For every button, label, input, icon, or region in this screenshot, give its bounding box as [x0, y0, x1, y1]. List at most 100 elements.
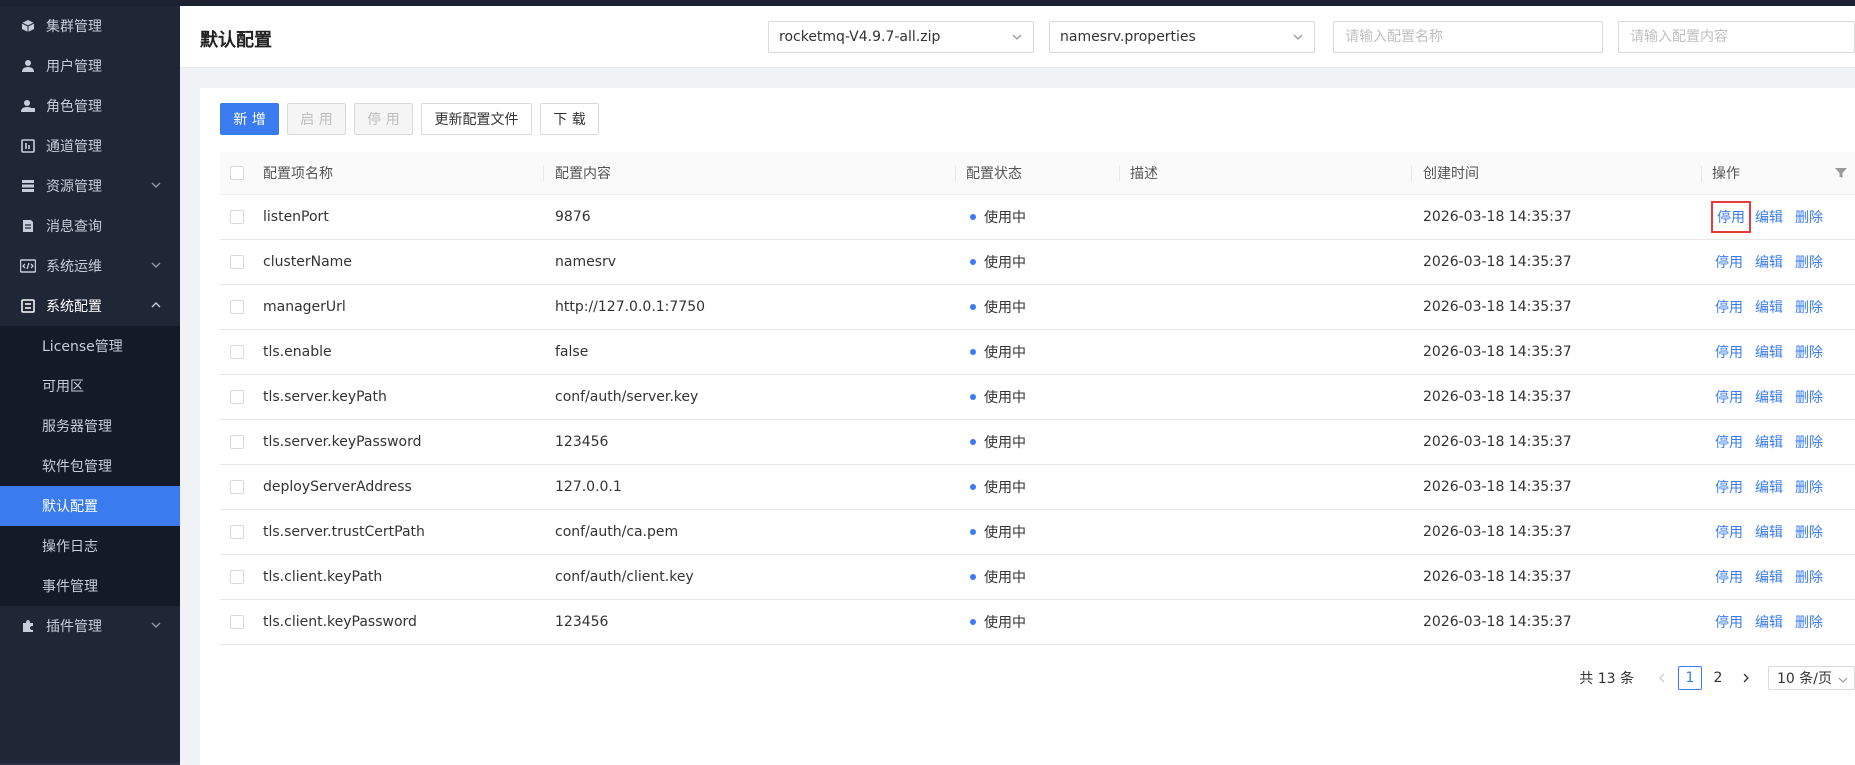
- sidebar-item-zones[interactable]: 可用区: [0, 366, 180, 406]
- sidebar-item-messages[interactable]: 消息查询: [0, 206, 180, 246]
- status-dot-icon: [970, 394, 976, 400]
- row-edit-link[interactable]: 编辑: [1755, 612, 1783, 632]
- row-delete-link[interactable]: 删除: [1795, 342, 1823, 362]
- row-delete-link[interactable]: 删除: [1795, 612, 1823, 632]
- row-edit-link[interactable]: 编辑: [1755, 432, 1783, 452]
- config-table: 配置项名称 配置内容 配置状态 描述 创建时间 操作 listenPort 987…: [220, 152, 1855, 645]
- row-disable-link[interactable]: 停用: [1715, 252, 1743, 272]
- sidebar-item-cluster[interactable]: 集群管理: [0, 6, 180, 46]
- row-checkbox[interactable]: [230, 570, 244, 584]
- cell-created: 2026-03-18 14:35:37: [1423, 344, 1572, 360]
- cell-created: 2026-03-18 14:35:37: [1423, 524, 1572, 540]
- row-disable-link[interactable]: 停用: [1715, 342, 1743, 362]
- cell-content: 9876: [555, 209, 591, 225]
- update-config-file-button[interactable]: 更新配置文件: [421, 103, 532, 135]
- row-checkbox[interactable]: [230, 480, 244, 494]
- cell-name: tls.server.trustCertPath: [263, 524, 425, 540]
- cell-content: 127.0.0.1: [555, 479, 622, 495]
- row-edit-link[interactable]: 编辑: [1755, 522, 1783, 542]
- sidebar-item-packages[interactable]: 软件包管理: [0, 446, 180, 486]
- resource-icon: [20, 178, 36, 194]
- status-dot-icon: [970, 349, 976, 355]
- sidebar-item-roles[interactable]: 角色管理: [0, 86, 180, 126]
- sidebar-item-license[interactable]: License管理: [0, 326, 180, 366]
- config-content-search-input[interactable]: [1618, 21, 1855, 53]
- file-select[interactable]: namesrv.properties: [1049, 21, 1315, 53]
- code-icon: [20, 258, 36, 274]
- page-size-select[interactable]: 10 条/页: [1768, 666, 1855, 690]
- row-checkbox[interactable]: [230, 345, 244, 359]
- sidebar-item-label: 用户管理: [46, 59, 102, 75]
- row-disable-link[interactable]: 停用: [1715, 522, 1743, 542]
- col-header-status[interactable]: 配置状态: [966, 152, 1022, 194]
- page-2-button[interactable]: 2: [1706, 666, 1730, 690]
- col-header-name[interactable]: 配置项名称: [263, 152, 333, 194]
- row-disable-link[interactable]: 停用: [1715, 612, 1743, 632]
- cell-status: 使用中: [970, 195, 1026, 239]
- row-edit-link[interactable]: 编辑: [1755, 252, 1783, 272]
- row-checkbox[interactable]: [230, 615, 244, 629]
- row-disable-link[interactable]: 停用: [1715, 387, 1743, 407]
- cell-name: tls.server.keyPath: [263, 389, 387, 405]
- sidebar-item-plugins[interactable]: 插件管理: [0, 606, 180, 646]
- cell-name: deployServerAddress: [263, 479, 412, 495]
- row-edit-link[interactable]: 编辑: [1755, 342, 1783, 362]
- col-header-content[interactable]: 配置内容: [555, 152, 611, 194]
- sidebar-item-channels[interactable]: 通道管理: [0, 126, 180, 166]
- row-delete-link[interactable]: 删除: [1795, 207, 1823, 227]
- page-1-button[interactable]: 1: [1678, 666, 1703, 690]
- row-edit-link[interactable]: 编辑: [1755, 207, 1783, 227]
- filter-icon[interactable]: [1834, 152, 1848, 194]
- sidebar-item-servers[interactable]: 服务器管理: [0, 406, 180, 446]
- row-delete-link[interactable]: 删除: [1795, 432, 1823, 452]
- cell-name: tls.client.keyPassword: [263, 614, 417, 630]
- row-delete-link[interactable]: 删除: [1795, 252, 1823, 272]
- download-button[interactable]: 下 载: [540, 103, 599, 135]
- prev-page-button[interactable]: [1650, 666, 1674, 690]
- row-checkbox[interactable]: [230, 435, 244, 449]
- row-disable-link[interactable]: 停用: [1715, 297, 1743, 317]
- sidebar-item-ops[interactable]: 系统运维: [0, 246, 180, 286]
- row-delete-link[interactable]: 删除: [1795, 387, 1823, 407]
- sidebar-item-label: 插件管理: [46, 619, 102, 635]
- row-disable-link[interactable]: 停用: [1715, 477, 1743, 497]
- sidebar-item-op-logs[interactable]: 操作日志: [0, 526, 180, 566]
- sidebar-item-system-config[interactable]: 系统配置: [0, 286, 180, 326]
- sidebar-item-users[interactable]: 用户管理: [0, 46, 180, 86]
- row-disable-link[interactable]: 停用: [1715, 432, 1743, 452]
- next-page-button[interactable]: [1734, 666, 1758, 690]
- row-checkbox[interactable]: [230, 255, 244, 269]
- add-button[interactable]: 新 增: [220, 103, 279, 135]
- config-name-search-input[interactable]: [1333, 21, 1603, 53]
- row-edit-link[interactable]: 编辑: [1755, 477, 1783, 497]
- status-text: 使用中: [984, 480, 1026, 496]
- row-edit-link[interactable]: 编辑: [1755, 387, 1783, 407]
- row-disable-link[interactable]: 停用: [1715, 567, 1743, 587]
- row-disable-link[interactable]: 停用: [1711, 201, 1751, 233]
- sidebar-item-label: 资源管理: [46, 179, 102, 195]
- row-delete-link[interactable]: 删除: [1795, 522, 1823, 542]
- row-edit-link[interactable]: 编辑: [1755, 567, 1783, 587]
- select-all-checkbox[interactable]: [230, 166, 244, 180]
- cell-content: conf/auth/ca.pem: [555, 524, 679, 540]
- cell-name: tls.server.keyPassword: [263, 434, 422, 450]
- col-header-created[interactable]: 创建时间: [1423, 152, 1479, 194]
- row-edit-link[interactable]: 编辑: [1755, 297, 1783, 317]
- sidebar-item-label: 通道管理: [46, 139, 102, 155]
- row-delete-link[interactable]: 删除: [1795, 297, 1823, 317]
- sidebar-item-resources[interactable]: 资源管理: [0, 166, 180, 206]
- sidebar-item-label: 系统运维: [46, 259, 102, 275]
- enable-button[interactable]: 启 用: [287, 103, 346, 135]
- col-header-desc[interactable]: 描述: [1130, 152, 1158, 194]
- sidebar-item-events[interactable]: 事件管理: [0, 566, 180, 606]
- row-checkbox[interactable]: [230, 210, 244, 224]
- row-checkbox[interactable]: [230, 525, 244, 539]
- disable-button[interactable]: 停 用: [354, 103, 413, 135]
- sidebar-item-label: 消息查询: [46, 219, 102, 235]
- row-delete-link[interactable]: 删除: [1795, 567, 1823, 587]
- row-checkbox[interactable]: [230, 390, 244, 404]
- row-checkbox[interactable]: [230, 300, 244, 314]
- row-delete-link[interactable]: 删除: [1795, 477, 1823, 497]
- package-select[interactable]: rocketmq-V4.9.7-all.zip: [768, 21, 1034, 53]
- sidebar-item-default-config[interactable]: 默认配置: [0, 486, 180, 526]
